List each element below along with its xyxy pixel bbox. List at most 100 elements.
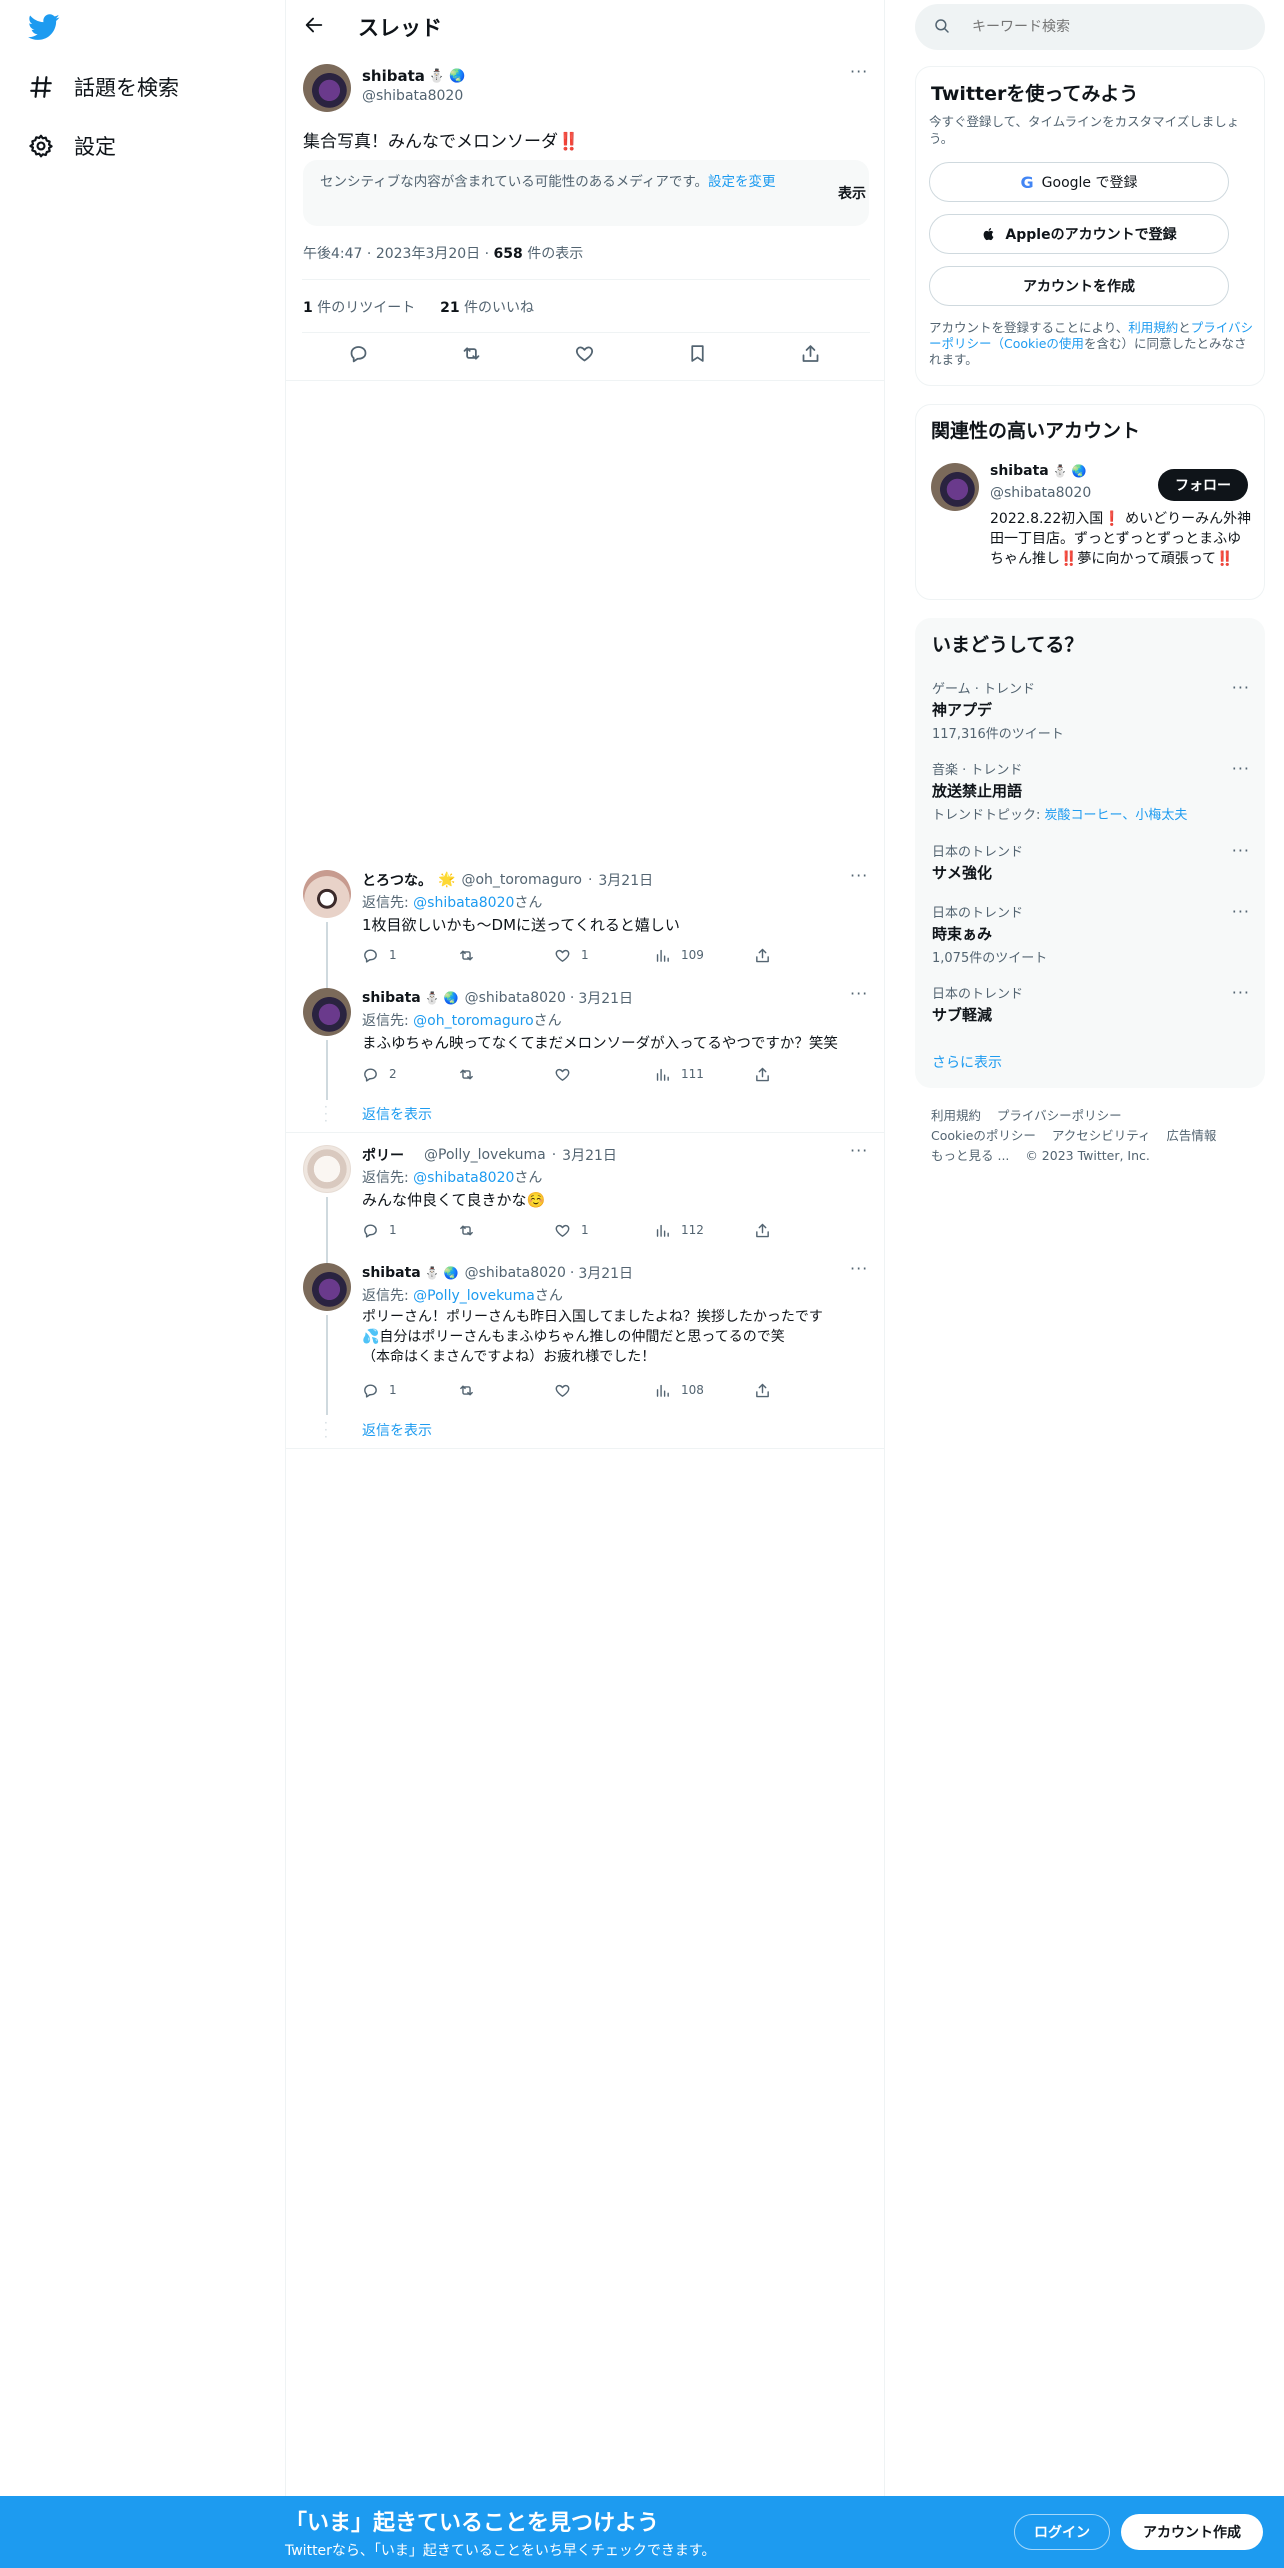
google-signup-button[interactable]: G Google で登録 (929, 162, 1229, 202)
share-icon[interactable] (754, 947, 771, 964)
avatar[interactable] (303, 870, 351, 918)
nav-settings[interactable]: 設定 (28, 126, 116, 166)
related-name[interactable]: shibata ⛄ 🌏 (990, 463, 1087, 479)
avatar[interactable] (303, 988, 351, 1036)
trend-item[interactable]: 日本のトレンド 時束ぁみ 1,075件のツイート ··· (932, 902, 1250, 966)
footer-terms[interactable]: 利用規約 (931, 1108, 981, 1123)
reply-author-handle[interactable]: @Polly_lovekuma (424, 1147, 546, 1163)
reply-button[interactable]: 1 (362, 947, 397, 964)
show-more-link[interactable]: さらに表示 (932, 1052, 1002, 1072)
footer-accessibility[interactable]: アクセシビリティ (1052, 1128, 1151, 1143)
more-options-icon[interactable]: ··· (1232, 983, 1250, 1002)
retweet-button[interactable] (458, 1222, 485, 1239)
google-icon: G (1020, 172, 1034, 192)
author-handle[interactable]: @shibata8020 (362, 88, 463, 104)
reply-button[interactable]: 2 (362, 1066, 397, 1083)
trend-item[interactable]: ゲーム · トレンド 神アプデ 117,316件のツイート ··· (932, 678, 1250, 742)
reply-date[interactable]: 3月21日 (562, 1145, 617, 1165)
author-name[interactable]: shibata ⛄ 🌏 (362, 67, 465, 85)
signup-button[interactable]: アカウント作成 (1121, 2514, 1263, 2550)
reply-author-name[interactable]: とろつな。 (362, 870, 432, 890)
reply-author-handle[interactable]: @oh_toromaguro (461, 872, 582, 888)
retweet-button[interactable] (458, 947, 485, 964)
trend-name: サブ軽減 (932, 1006, 993, 1024)
views-button[interactable]: 109 (654, 947, 704, 964)
views-button[interactable]: 111 (654, 1066, 704, 1083)
avatar[interactable] (303, 64, 351, 112)
like-button[interactable] (554, 1066, 581, 1083)
create-account-button[interactable]: アカウントを作成 (929, 266, 1229, 306)
terms-link[interactable]: 利用規約 (1128, 320, 1178, 335)
share-icon[interactable] (800, 343, 821, 364)
share-icon[interactable] (754, 1382, 771, 1399)
tweet-time[interactable]: 午後4:47 (303, 246, 362, 262)
retweet-button[interactable] (458, 1382, 485, 1399)
retweet-button[interactable] (458, 1066, 485, 1083)
sensitive-settings-link[interactable]: 設定を変更 (708, 174, 776, 190)
tweet-date[interactable]: 2023年3月20日 (376, 246, 480, 262)
footer-cookie[interactable]: Cookieのポリシー (931, 1128, 1036, 1143)
more-options-icon[interactable]: ··· (850, 1259, 868, 1278)
reply-to-handle[interactable]: @Polly_lovekuma (413, 1288, 535, 1304)
login-button[interactable]: ログイン (1014, 2514, 1110, 2550)
reply-button[interactable]: 1 (362, 1382, 397, 1399)
retweet-icon[interactable] (461, 343, 482, 364)
reply-icon[interactable] (348, 343, 369, 364)
back-arrow-icon[interactable] (303, 14, 329, 40)
search-input[interactable] (970, 12, 1250, 42)
like-stat[interactable]: 21 件のいいね (440, 300, 534, 316)
reply-date[interactable]: 3月21日 (598, 870, 653, 890)
retweet-stat[interactable]: 1 件のリツイート (303, 300, 415, 316)
reply-author-name[interactable]: shibata (362, 990, 421, 1006)
bookmark-icon[interactable] (687, 343, 708, 364)
reply-author-handle[interactable]: @shibata8020 (465, 990, 566, 1006)
reply-author-name[interactable]: shibata (362, 1265, 421, 1281)
avatar[interactable] (303, 1145, 351, 1193)
more-options-icon[interactable]: ··· (1232, 759, 1250, 778)
footer-ads[interactable]: 広告情報 (1166, 1128, 1216, 1143)
apple-signup-button[interactable]: Appleのアカウントで登録 (929, 214, 1229, 254)
trend-item[interactable]: 音楽 · トレンド 放送禁止用語 トレンドトピック: 炭酸コーヒー、小梅太夫 ·… (932, 759, 1250, 823)
views-button[interactable]: 108 (654, 1382, 704, 1399)
share-icon[interactable] (754, 1222, 771, 1239)
nav-explore[interactable]: 話題を検索 (28, 67, 179, 107)
footer-privacy[interactable]: プライバシーポリシー (997, 1108, 1122, 1123)
more-options-icon[interactable]: ··· (1232, 841, 1250, 860)
more-options-icon[interactable]: ··· (850, 866, 868, 885)
reply-author-handle[interactable]: @shibata8020 (465, 1265, 566, 1281)
more-options-icon[interactable]: ··· (1232, 678, 1250, 697)
trend-item[interactable]: 日本のトレンド サブ軽減 ··· (932, 983, 1250, 1025)
related-handle[interactable]: @shibata8020 (990, 485, 1091, 501)
like-button[interactable]: 1 (554, 947, 589, 964)
reply-author-name[interactable]: ポリー (362, 1145, 404, 1165)
reply-count: 1 (389, 948, 397, 962)
search-box[interactable] (915, 4, 1265, 50)
more-options-icon[interactable]: ··· (1232, 902, 1250, 921)
reply-date[interactable]: 3月21日 (578, 1263, 633, 1283)
reply-to-handle[interactable]: @shibata8020 (413, 895, 514, 911)
like-icon[interactable] (574, 343, 595, 364)
share-icon[interactable] (754, 1066, 771, 1083)
more-options-icon[interactable]: ··· (850, 62, 868, 81)
avatar[interactable] (931, 463, 979, 511)
more-options-icon[interactable]: ··· (850, 1141, 868, 1160)
like-button[interactable]: 1 (554, 1222, 589, 1239)
follow-button[interactable]: フォロー (1158, 469, 1248, 501)
footer-more[interactable]: もっと見る ... (931, 1148, 1009, 1163)
trend-item[interactable]: 日本のトレンド サメ強化 ··· (932, 841, 1250, 883)
reply-actions: 1 1 112 (362, 1220, 872, 1240)
reply-to-handle[interactable]: @oh_toromaguro (413, 1013, 534, 1029)
show-replies-link[interactable]: 返信を表示 (362, 1420, 432, 1440)
show-media-button[interactable]: 表示 (838, 183, 866, 203)
twitter-logo-icon[interactable] (28, 14, 60, 42)
avatar[interactable] (303, 1263, 351, 1311)
trend-topic-links[interactable]: 炭酸コーヒー、小梅太夫 (1045, 808, 1188, 823)
reply-date[interactable]: 3月21日 (578, 988, 633, 1008)
more-options-icon[interactable]: ··· (850, 984, 868, 1003)
views-button[interactable]: 112 (654, 1222, 704, 1239)
reply-button[interactable]: 1 (362, 1222, 397, 1239)
nav-settings-label: 設定 (74, 135, 116, 159)
show-replies-link[interactable]: 返信を表示 (362, 1104, 432, 1124)
like-button[interactable] (554, 1382, 581, 1399)
reply-to-handle[interactable]: @shibata8020 (413, 1170, 514, 1186)
